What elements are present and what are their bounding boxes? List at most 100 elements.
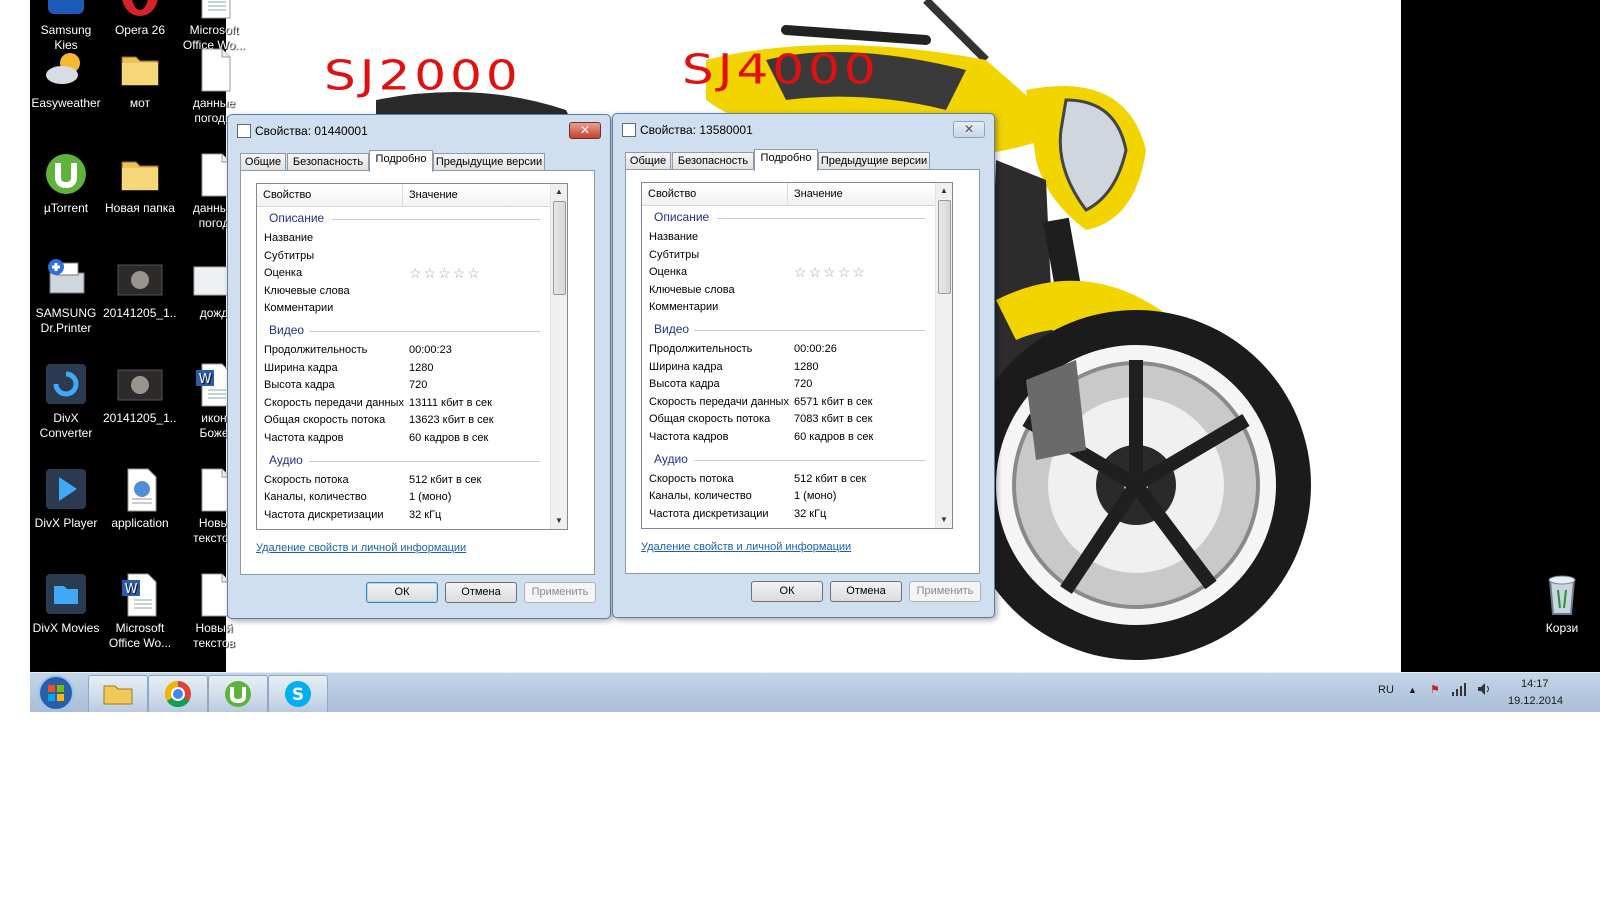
cancel-button[interactable]: Отмена	[830, 581, 902, 602]
scroll-up-icon[interactable]: ▲	[936, 183, 952, 199]
column-value[interactable]: Значение	[794, 188, 843, 200]
rating-stars[interactable]: ☆☆☆☆☆	[794, 264, 867, 281]
desktop-icon[interactable]: W Microsoft Office Wo...	[103, 570, 177, 651]
remove-properties-link[interactable]: Удаление свойств и личной информации	[641, 541, 851, 553]
star-icon[interactable]: ☆	[409, 265, 424, 281]
property-row[interactable]: Название	[257, 231, 550, 247]
recycle-bin[interactable]: Корзи	[1525, 570, 1599, 636]
star-icon[interactable]: ☆	[794, 264, 809, 280]
properties-list[interactable]: Свойство Значение Описание Название Субтит…	[641, 182, 953, 529]
network-icon[interactable]	[1451, 681, 1467, 700]
property-row[interactable]: Каналы, количество 1 (моно)	[257, 490, 550, 506]
property-row[interactable]: Субтитры	[642, 248, 935, 264]
property-row[interactable]: Каналы, количество 1 (моно)	[642, 489, 935, 505]
property-row[interactable]: Субтитры	[257, 249, 550, 265]
desktop-icon[interactable]: Opera 26	[103, 0, 177, 38]
property-row[interactable]: Частота кадров 60 кадров в сек	[257, 431, 550, 447]
property-row[interactable]: Частота дискретизации 32 кГц	[642, 507, 935, 523]
close-button[interactable]: ✕	[569, 122, 601, 139]
star-icon[interactable]: ☆	[838, 264, 853, 280]
scroll-thumb[interactable]	[938, 200, 951, 294]
property-row[interactable]: Высота кадра 720	[257, 378, 550, 394]
column-value[interactable]: Значение	[409, 189, 458, 201]
taskbar-skype[interactable]: S	[268, 675, 328, 712]
tab-previous-versions[interactable]: Предыдущие версии	[818, 152, 930, 170]
property-row[interactable]: Ширина кадра 1280	[257, 361, 550, 377]
property-row[interactable]: Оценка ☆☆☆☆☆	[257, 265, 550, 282]
apply-button[interactable]: Применить	[909, 581, 981, 602]
property-row[interactable]: Частота дискретизации 32 кГц	[257, 508, 550, 524]
property-row[interactable]: Частота кадров 60 кадров в сек	[642, 430, 935, 446]
dialog-titlebar[interactable]: Свойства: 13580001 ✕	[613, 114, 994, 142]
ok-button[interactable]: ОК	[751, 581, 823, 602]
scroll-thumb[interactable]	[553, 201, 566, 295]
tab-security[interactable]: Безопасность	[672, 152, 754, 170]
property-row[interactable]: Оценка ☆☆☆☆☆	[642, 264, 935, 281]
taskbar-utorrent[interactable]	[208, 675, 268, 712]
properties-list[interactable]: Свойство Значение Описание Название Субтит…	[256, 183, 568, 530]
ok-button[interactable]: ОК	[366, 582, 438, 603]
property-row[interactable]: Скорость потока 512 кбит в сек	[257, 473, 550, 489]
tray-expand-icon[interactable]: ▲	[1408, 685, 1417, 695]
clock-time[interactable]: 14:17	[1521, 678, 1549, 690]
property-row[interactable]: Ключевые слова	[257, 284, 550, 300]
property-row[interactable]: Общая скорость потока 13623 кбит в сек	[257, 413, 550, 429]
star-icon[interactable]: ☆	[424, 265, 439, 281]
star-icon[interactable]: ☆	[467, 265, 482, 281]
property-row[interactable]: Скорость передачи данных 6571 кбит в сек	[642, 395, 935, 411]
desktop-icon[interactable]: SAMSUNG Dr.Printer	[30, 255, 103, 336]
desktop-icon[interactable]: DivX Converter	[30, 360, 103, 441]
scroll-down-icon[interactable]: ▼	[936, 512, 952, 528]
property-row[interactable]: Общая скорость потока 7083 кбит в сек	[642, 412, 935, 428]
column-property[interactable]: Свойство	[648, 188, 696, 200]
close-button[interactable]: ✕	[953, 121, 985, 138]
clock-date[interactable]: 19.12.2014	[1508, 695, 1563, 707]
property-row[interactable]: Высота кадра 720	[642, 377, 935, 393]
apply-button[interactable]: Применить	[524, 582, 596, 603]
tab-general[interactable]: Общие	[240, 153, 286, 171]
properties-dialog-01440001[interactable]: Свойства: 01440001 ✕ Общие Безопасность …	[227, 114, 611, 619]
list-scrollbar[interactable]: ▲ ▼	[550, 184, 567, 529]
column-property[interactable]: Свойство	[263, 189, 311, 201]
desktop-icon[interactable]: мот	[103, 45, 177, 111]
desktop-icon[interactable]: 20141205_1...	[103, 255, 177, 321]
tab-details[interactable]: Подробно	[754, 149, 818, 171]
list-scrollbar[interactable]: ▲ ▼	[935, 183, 952, 528]
desktop-icon[interactable]: 20141205_1...	[103, 360, 177, 426]
desktop-icon[interactable]: application	[103, 465, 177, 531]
property-row[interactable]: Скорость передачи данных 13111 кбит в сек	[257, 396, 550, 412]
desktop-icon[interactable]: Easyweather	[30, 45, 103, 111]
rating-stars[interactable]: ☆☆☆☆☆	[409, 265, 482, 282]
cancel-button[interactable]: Отмена	[445, 582, 517, 603]
desktop-icon[interactable]: DivX Player	[30, 465, 103, 531]
volume-icon[interactable]	[1476, 681, 1492, 700]
desktop-icon[interactable]: µTorrent	[30, 150, 103, 216]
star-icon[interactable]: ☆	[438, 265, 453, 281]
taskbar-chrome[interactable]	[148, 675, 208, 712]
star-icon[interactable]: ☆	[852, 264, 867, 280]
tab-previous-versions[interactable]: Предыдущие версии	[433, 153, 545, 171]
tab-general[interactable]: Общие	[625, 152, 671, 170]
property-row[interactable]: Название	[642, 230, 935, 246]
remove-properties-link[interactable]: Удаление свойств и личной информации	[256, 542, 466, 554]
desktop-icon[interactable]: Новая папка	[103, 150, 177, 216]
star-icon[interactable]: ☆	[453, 265, 468, 281]
star-icon[interactable]: ☆	[823, 264, 838, 280]
action-center-icon[interactable]: ⚑	[1430, 683, 1440, 696]
tab-security[interactable]: Безопасность	[287, 153, 369, 171]
language-indicator[interactable]: RU	[1378, 684, 1394, 696]
property-row[interactable]: Ключевые слова	[642, 283, 935, 299]
property-row[interactable]: Комментарии	[257, 301, 550, 317]
scroll-up-icon[interactable]: ▲	[551, 184, 567, 200]
property-row[interactable]: Скорость потока 512 кбит в сек	[642, 472, 935, 488]
scroll-down-icon[interactable]: ▼	[551, 513, 567, 529]
start-button[interactable]	[36, 674, 76, 712]
properties-dialog-13580001[interactable]: Свойства: 13580001 ✕ Общие Безопасность …	[612, 113, 995, 618]
property-row[interactable]: Продолжительность 00:00:26	[642, 342, 935, 358]
taskbar-explorer[interactable]	[88, 675, 148, 712]
tab-details[interactable]: Подробно	[369, 150, 433, 172]
star-icon[interactable]: ☆	[809, 264, 824, 280]
desktop-icon[interactable]: DivX Movies	[30, 570, 103, 636]
property-row[interactable]: Продолжительность 00:00:23	[257, 343, 550, 359]
dialog-titlebar[interactable]: Свойства: 01440001 ✕	[228, 115, 610, 143]
